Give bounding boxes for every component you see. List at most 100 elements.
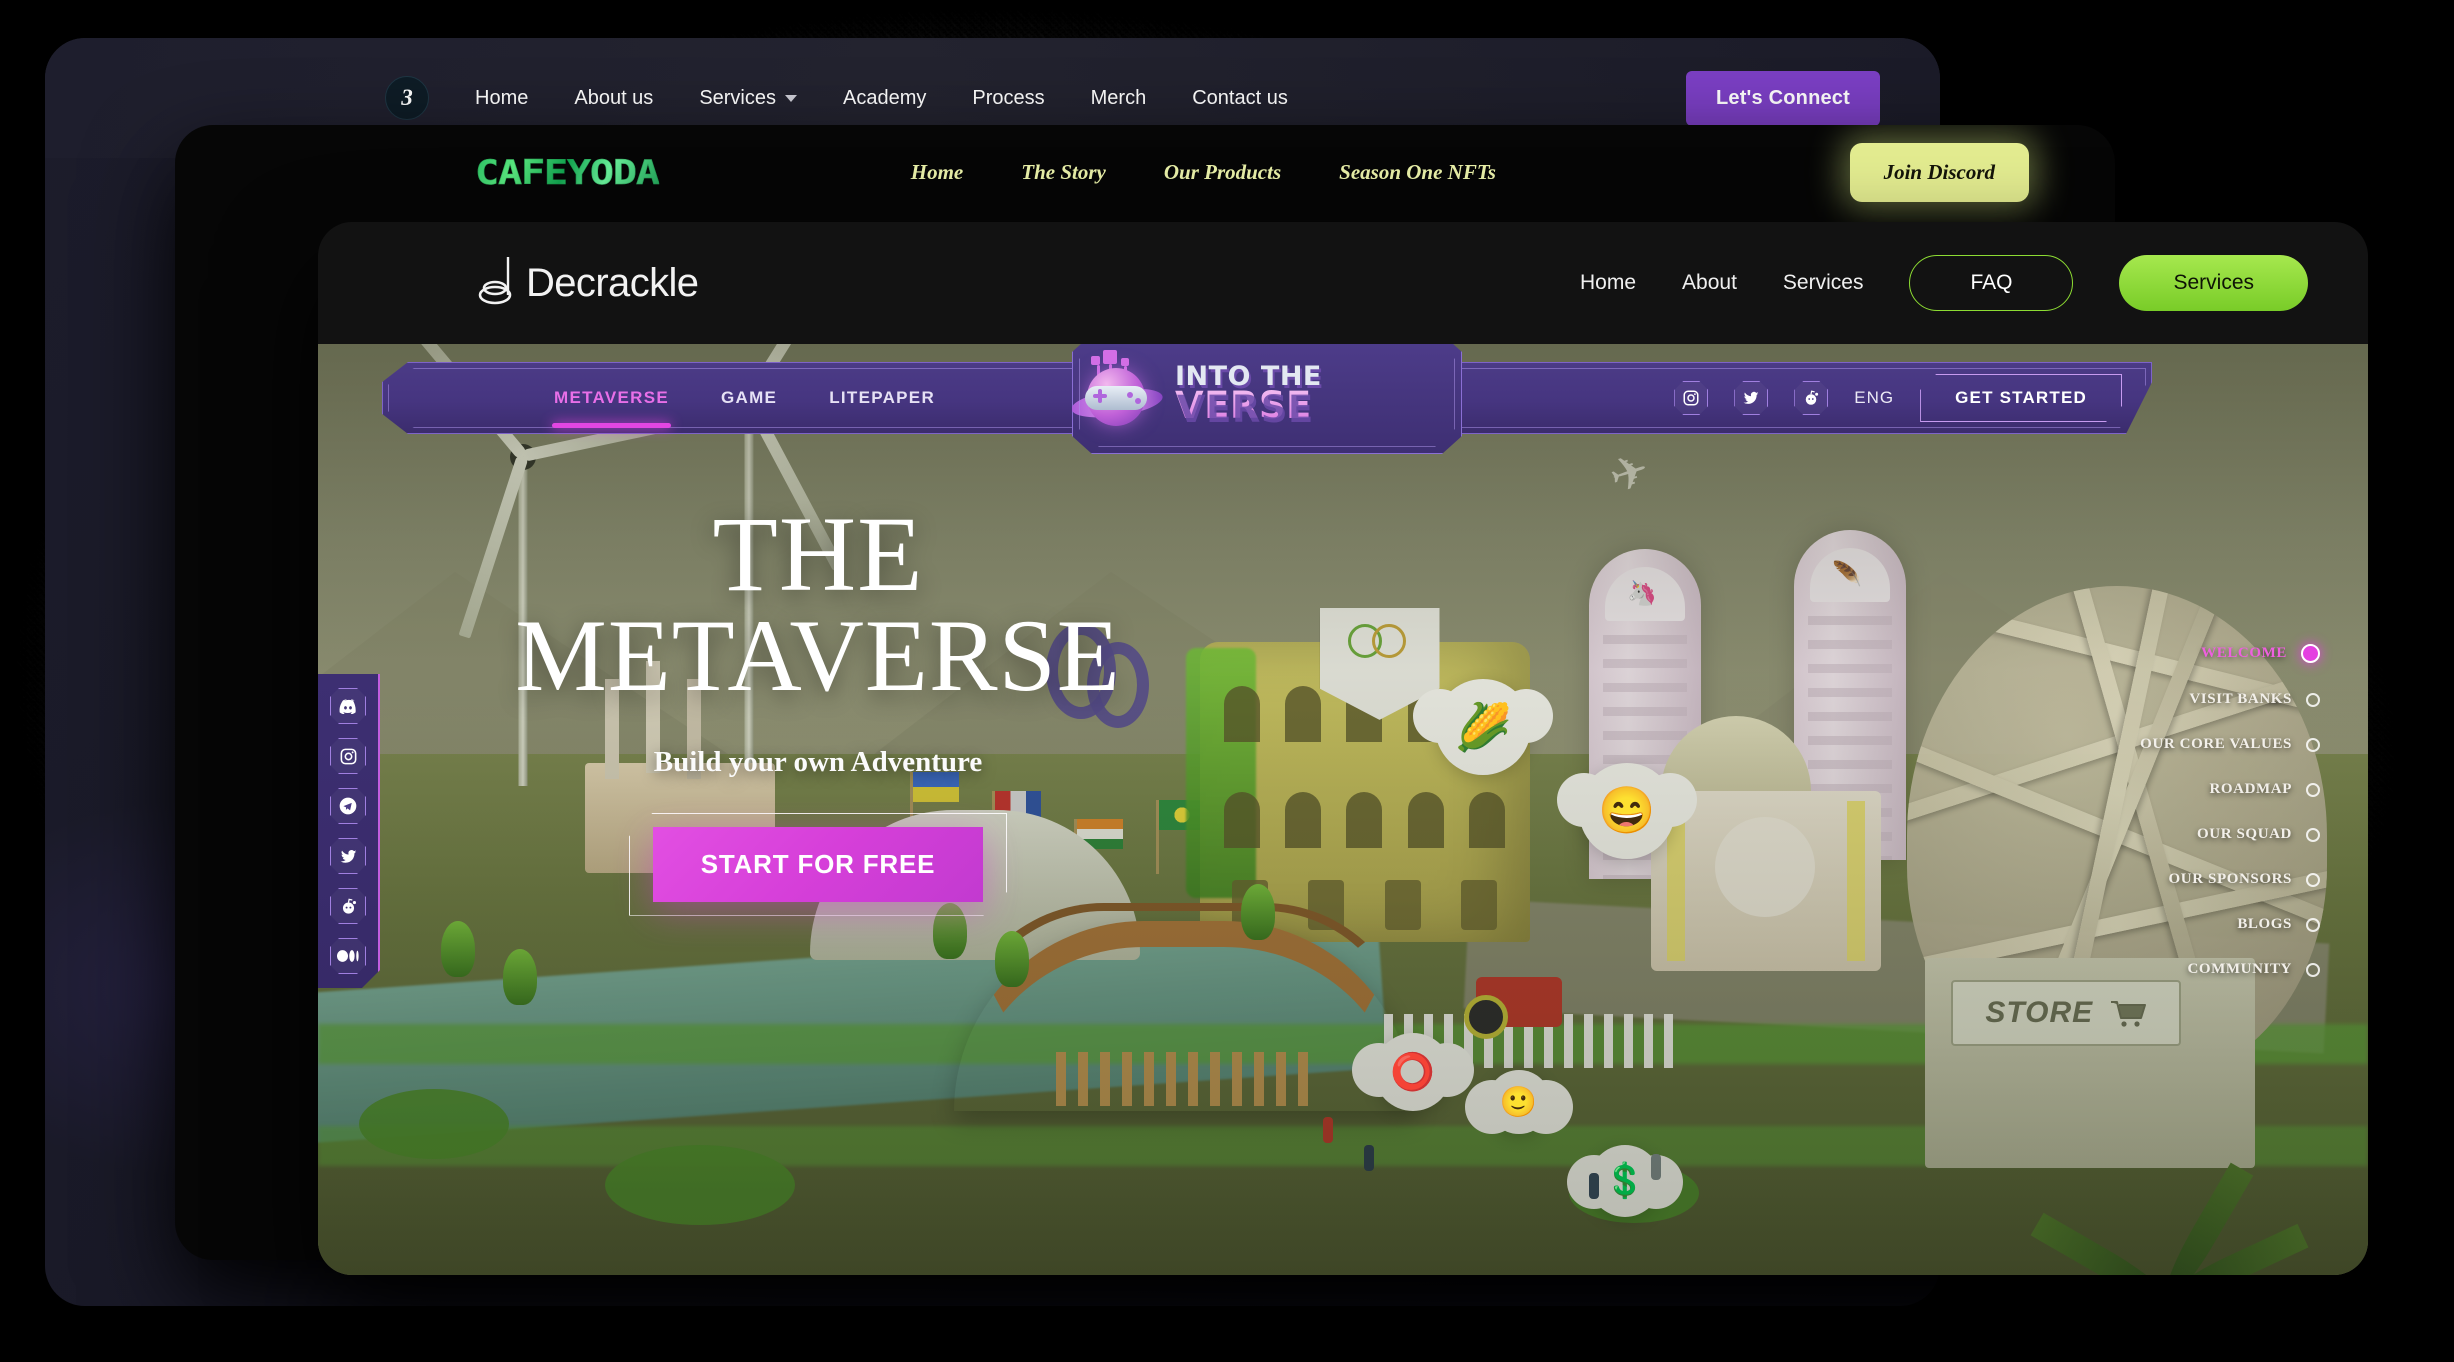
nft-nav-the-story[interactable]: The Story: [1021, 160, 1106, 185]
discord-icon[interactable]: [330, 688, 366, 724]
section-nav-dot: [2306, 917, 2320, 932]
section-nav-community-label: COMMUNITY: [2187, 961, 2292, 977]
section-nav-our-core-values-label: OUR CORE VALUES: [2140, 736, 2292, 752]
metaverse-hero: 🦄 🪶 STORE 🌽 😄 ⭕ 🙂 💲 ✈ METAVERSE GAME LIT…: [318, 344, 2368, 1275]
twitter-icon[interactable]: [330, 838, 366, 874]
d-disc-logo-icon: [478, 255, 520, 311]
section-nav-welcome-label: WELCOME: [2201, 645, 2287, 661]
intotheverse-logo[interactable]: INTO THE VERSE: [1072, 344, 1462, 454]
agency-nav-links: Home About us Services Academy Process M…: [475, 87, 1288, 110]
screenshot-stage: 3 Home About us Services Academy Process…: [0, 0, 2454, 1362]
section-nav-our-sponsors[interactable]: OUR SPONSORS: [2169, 871, 2320, 888]
store-sign: STORE: [1951, 980, 2182, 1047]
hero-cta-wrapper: START FOR FREE: [653, 827, 984, 902]
section-nav-our-core-values[interactable]: OUR CORE VALUES: [2140, 736, 2320, 753]
twitter-icon[interactable]: [1734, 381, 1768, 415]
hero-subtitle: Build your own Adventure: [653, 745, 983, 778]
shopping-cart-icon: [2111, 1001, 2147, 1028]
decrackle-nav-home[interactable]: Home: [1580, 271, 1636, 295]
agency-nav-process[interactable]: Process: [972, 87, 1044, 110]
section-nav-rail: WELCOME VISIT BANKS OUR CORE VALUES ROAD…: [2140, 644, 2320, 978]
section-nav-dot: [2306, 782, 2320, 797]
grin-icon: 😄: [1598, 784, 1656, 837]
scene-bubble-smile: 🙂: [1464, 1070, 1573, 1135]
instagram-icon[interactable]: [1674, 381, 1708, 415]
section-nav-blogs-label: BLOGS: [2237, 916, 2292, 932]
section-nav-community[interactable]: COMMUNITY: [2187, 961, 2320, 978]
nft-nav-season-one-nfts[interactable]: Season One NFTs: [1339, 160, 1496, 185]
section-nav-dot: [2306, 692, 2320, 707]
decrackle-nav-links: Home About Services FAQ Services: [1580, 255, 2308, 311]
smile-icon: 🙂: [1499, 1085, 1538, 1119]
nft-nav-our-products[interactable]: Our Products: [1164, 160, 1281, 185]
scene-tractor: [1464, 977, 1563, 1040]
section-nav-blogs[interactable]: BLOGS: [2237, 916, 2320, 933]
decrackle-nav-services[interactable]: Services: [1783, 271, 1864, 295]
social-rail: [318, 674, 380, 988]
section-nav-visit-banks-label: VISIT BANKS: [2189, 691, 2292, 707]
metaverse-navbar: METAVERSE GAME LITEPAPER INTO THE VERSE …: [382, 362, 2152, 434]
agency-nav-home[interactable]: Home: [475, 87, 528, 110]
hero-title-line-1: THE: [712, 496, 924, 614]
section-nav-our-squad[interactable]: OUR SQUAD: [2197, 826, 2320, 843]
telegram-icon[interactable]: [330, 788, 366, 824]
agency-nav-contact-us[interactable]: Contact us: [1192, 87, 1288, 110]
section-nav-roadmap[interactable]: ROADMAP: [2209, 781, 2320, 798]
scene-bubble-ring: ⭕: [1351, 1032, 1474, 1111]
section-nav-dot: [2306, 962, 2320, 977]
scene-bubble-grin: 😄: [1556, 762, 1697, 859]
section-nav-dot: [2301, 644, 2320, 663]
nft-nav-links: Home The Story Our Products Season One N…: [911, 160, 1496, 185]
section-nav-dot: [2306, 737, 2320, 752]
agency-nav-services[interactable]: Services: [699, 87, 798, 110]
planet-gamepad-mascot-icon: [1073, 354, 1159, 434]
lets-connect-button[interactable]: Let's Connect: [1685, 70, 1880, 126]
dollar-icon: 💲: [1603, 1161, 1647, 1200]
agency-nav-merch[interactable]: Merch: [1091, 87, 1147, 110]
metaverse-navbar-right-actions: ENG GET STARTED: [1452, 362, 2152, 434]
intotheverse-logo-text: INTO THE VERSE: [1175, 364, 1461, 424]
scene-bubble-corn: 🌽: [1413, 679, 1554, 776]
medium-icon[interactable]: [330, 938, 366, 974]
faq-button[interactable]: FAQ: [1909, 255, 2074, 311]
nft-nav-home[interactable]: Home: [911, 160, 964, 185]
nft-navbar: CAFEYODA Home The Story Our Products Sea…: [175, 125, 2115, 220]
hero-title-line-2: METAVERSE: [515, 598, 1121, 713]
ring-icon: ⭕: [1390, 1050, 1436, 1092]
reddit-icon[interactable]: [330, 888, 366, 924]
chevron-down-icon: [785, 94, 798, 102]
section-nav-dot: [2306, 872, 2320, 887]
tab-litepaper[interactable]: LITEPAPER: [827, 382, 937, 414]
decrackle-brand-name: Decrackle: [526, 260, 699, 305]
agency-nav-about-us[interactable]: About us: [574, 87, 653, 110]
store-sign-text: STORE: [1985, 996, 2094, 1030]
get-started-button[interactable]: GET STARTED: [1920, 374, 2122, 422]
section-nav-dot: [2306, 827, 2320, 842]
section-nav-our-sponsors-label: OUR SPONSORS: [2168, 871, 2292, 887]
decrackle-nav-about[interactable]: About: [1682, 271, 1737, 295]
decrackle-brand[interactable]: Decrackle: [478, 255, 699, 311]
scene-wood-fence: [1056, 1051, 1316, 1106]
tab-metaverse[interactable]: METAVERSE: [552, 382, 671, 428]
cafeyoda-logo[interactable]: CAFEYODA: [475, 152, 661, 193]
section-nav-welcome[interactable]: WELCOME: [2201, 644, 2320, 663]
metaverse-tabs: METAVERSE GAME LITEPAPER: [552, 362, 937, 434]
reddit-icon[interactable]: [1794, 381, 1828, 415]
join-discord-button[interactable]: Join Discord: [1849, 143, 2029, 202]
section-nav-visit-banks[interactable]: VISIT BANKS: [2189, 691, 2320, 708]
logo-line-2: VERSE: [1175, 384, 1312, 428]
services-button[interactable]: Services: [2119, 255, 2308, 311]
decrackle-site-card: Decrackle Home About Services FAQ Servic…: [318, 222, 2368, 1275]
section-nav-roadmap-label: ROADMAP: [2209, 781, 2292, 797]
scene-palm: [2027, 1062, 2308, 1275]
three-monogram-icon[interactable]: 3: [385, 76, 429, 120]
tab-game[interactable]: GAME: [719, 382, 779, 414]
scene-bubble-money: 💲: [1567, 1144, 1683, 1217]
hero-title: THE METAVERSE: [438, 496, 1198, 713]
instagram-icon[interactable]: [330, 738, 366, 774]
agency-nav-academy[interactable]: Academy: [843, 87, 926, 110]
section-nav-our-squad-label: OUR SQUAD: [2197, 826, 2292, 842]
language-selector[interactable]: ENG: [1854, 388, 1894, 408]
corn-icon: 🌽: [1454, 700, 1512, 753]
start-for-free-button[interactable]: START FOR FREE: [652, 826, 984, 902]
